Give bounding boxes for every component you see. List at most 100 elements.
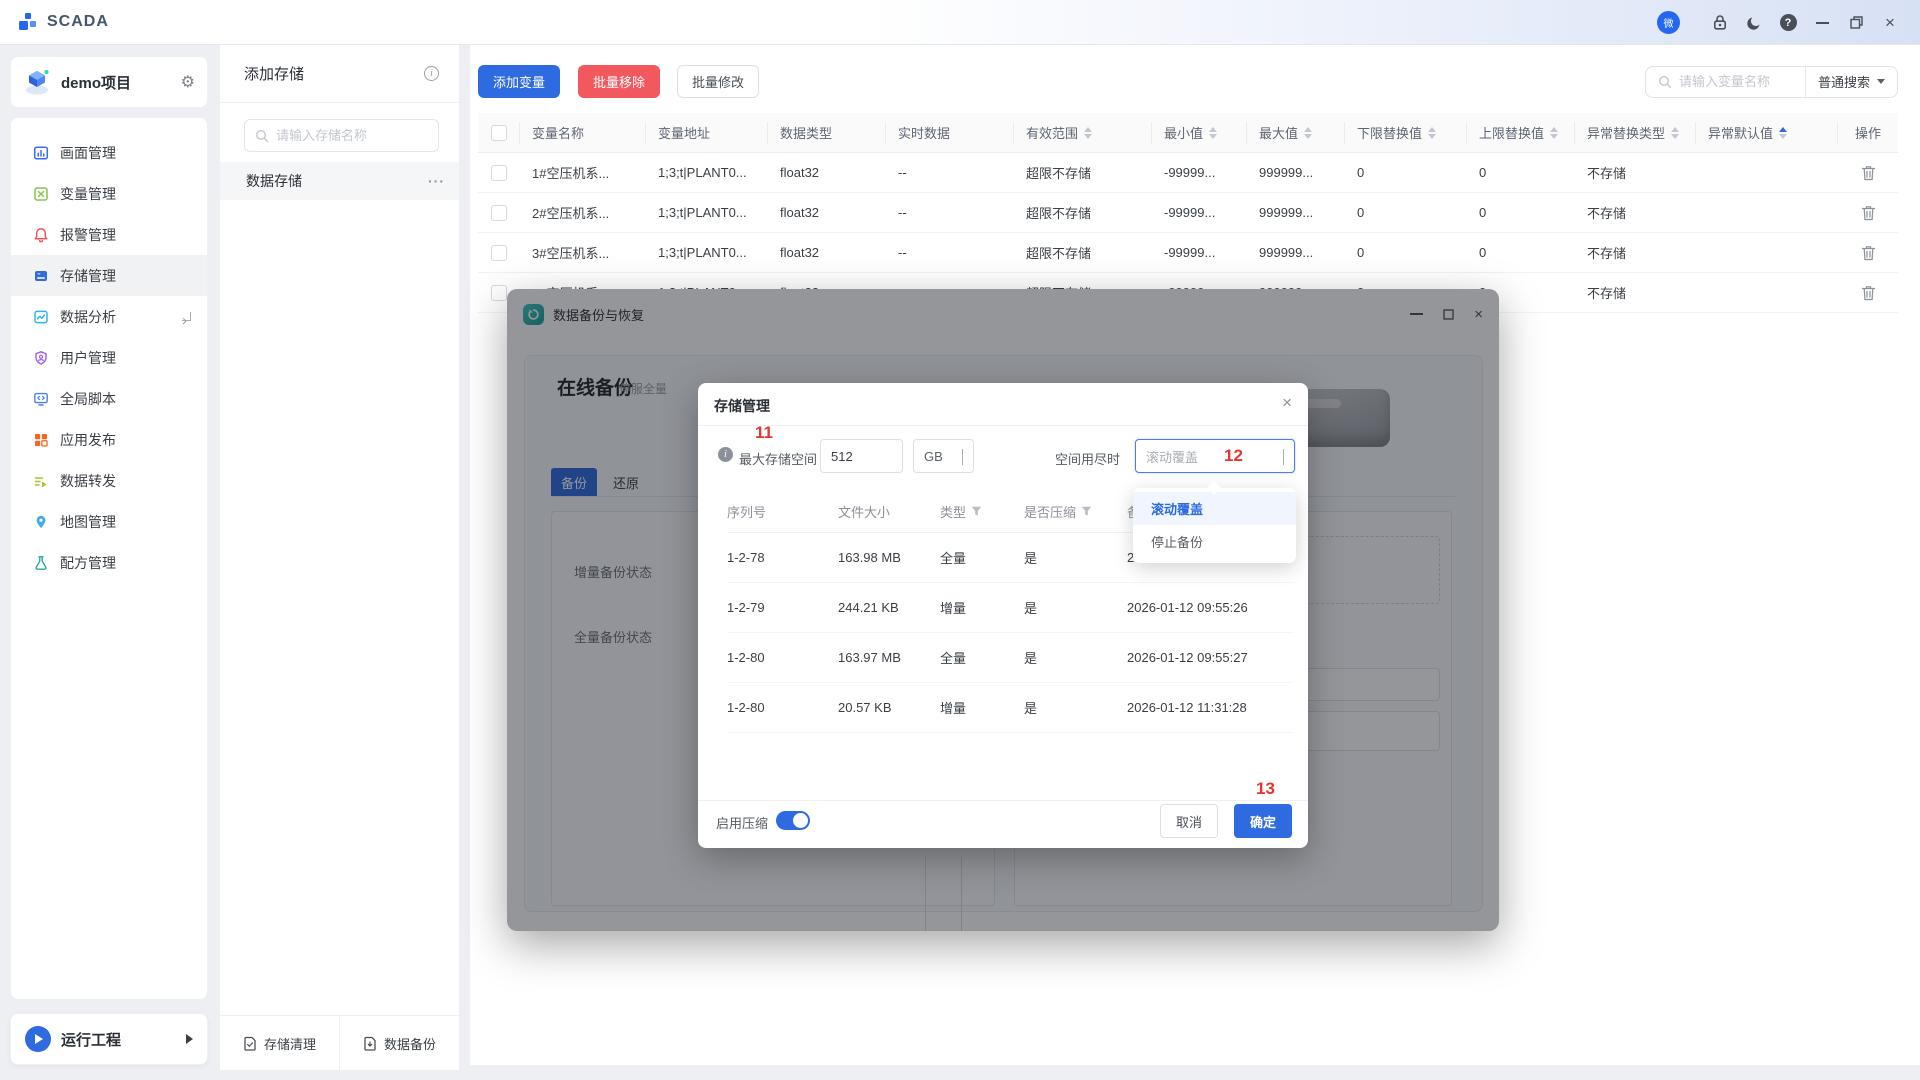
sidebar-item-storage[interactable]: 存储管理 bbox=[11, 255, 207, 296]
sidebar-item-publish[interactable]: 应用发布 bbox=[11, 419, 207, 460]
space-exhausted-label: 空间用尽时 bbox=[1055, 449, 1120, 468]
sidebar-item-forwarding[interactable]: 数据转发 bbox=[11, 460, 207, 501]
sort-icons[interactable] bbox=[1671, 123, 1679, 143]
close-icon[interactable]: × bbox=[1880, 13, 1900, 33]
col-valid-range[interactable]: 有效范围 bbox=[1014, 113, 1152, 152]
table-row: 1#空压机系... 1;3;t|PLANT0... float32 -- 超限不… bbox=[478, 153, 1898, 193]
col-min[interactable]: 最小值 bbox=[1152, 113, 1247, 152]
run-project-button[interactable]: 运行工程 bbox=[10, 1013, 208, 1065]
select-all-checkbox[interactable] bbox=[491, 125, 507, 141]
row-checkbox[interactable] bbox=[491, 285, 507, 301]
sidebar-item-maps[interactable]: 地图管理 bbox=[11, 501, 207, 542]
info-icon[interactable]: i bbox=[424, 66, 439, 81]
row-checkbox[interactable] bbox=[491, 165, 507, 181]
batch-edit-button[interactable]: 批量修改 bbox=[677, 65, 759, 98]
option-stop-backup[interactable]: 停止备份 bbox=[1133, 525, 1296, 558]
close-icon[interactable]: × bbox=[1282, 393, 1292, 413]
sort-icons[interactable] bbox=[1304, 123, 1312, 143]
col-compressed[interactable]: 是否压缩 bbox=[1024, 502, 1127, 521]
app-name: SCADA bbox=[47, 13, 109, 31]
sidebar-item-label: 全局脚本 bbox=[60, 389, 116, 409]
data-backup-button[interactable]: 数据备份 bbox=[339, 1016, 459, 1070]
option-rolling-overwrite[interactable]: 滚动覆盖 bbox=[1133, 492, 1296, 525]
cell-type: 全量 bbox=[940, 548, 1024, 567]
scada-logo-icon bbox=[18, 12, 40, 32]
col-type[interactable]: 类型 bbox=[940, 502, 1024, 521]
storage-panel-header: 添加存储 i bbox=[220, 45, 459, 103]
cell-backup-time: 2026-01-12 09:55:27 bbox=[1127, 650, 1287, 665]
exhaust-value: 滚动覆盖 bbox=[1146, 447, 1198, 466]
cell-backup-time: 2026-01-12 11:31:28 bbox=[1127, 700, 1287, 715]
sidebar-item-scripts[interactable]: 全局脚本 bbox=[11, 378, 207, 419]
col-lower-replace[interactable]: 下限替换值 bbox=[1345, 113, 1467, 152]
cell-type: 全量 bbox=[940, 648, 1024, 667]
gear-icon[interactable]: ⚙ bbox=[181, 72, 195, 92]
user-shield-icon bbox=[33, 350, 49, 366]
cancel-button[interactable]: 取消 bbox=[1160, 804, 1218, 838]
maximize-restore-icon[interactable] bbox=[1846, 13, 1866, 33]
unit-select[interactable]: GB bbox=[913, 439, 974, 473]
sidebar-item-alarms[interactable]: 报警管理 bbox=[11, 214, 207, 255]
minimize-icon[interactable] bbox=[1812, 13, 1832, 33]
sidebar-item-screens[interactable]: 画面管理 bbox=[11, 132, 207, 173]
col-max[interactable]: 最大值 bbox=[1247, 113, 1345, 152]
lock-icon[interactable] bbox=[1710, 13, 1730, 33]
delete-icon[interactable] bbox=[1861, 285, 1876, 301]
storage-list-item[interactable]: 数据存储 ··· bbox=[220, 162, 459, 200]
cell-serial: 1-2-80 bbox=[727, 700, 838, 715]
info-icon[interactable]: i bbox=[718, 447, 733, 462]
cell-address: 1;3;t|PLANT0... bbox=[646, 193, 768, 232]
cell-serial: 1-2-79 bbox=[727, 600, 838, 615]
help-icon[interactable]: ? bbox=[1778, 13, 1798, 33]
cell-type: 增量 bbox=[940, 698, 1024, 717]
row-checkbox[interactable] bbox=[491, 205, 507, 221]
cell-valid-range: 超限不存储 bbox=[1014, 233, 1152, 272]
compress-label: 启用压缩 bbox=[716, 813, 768, 832]
modal-title: 存储管理 bbox=[714, 396, 770, 416]
compress-toggle[interactable] bbox=[776, 811, 810, 830]
chevron-up-icon bbox=[1283, 449, 1284, 465]
sidebar-item-label: 数据转发 bbox=[60, 471, 116, 491]
dark-mode-moon-icon[interactable] bbox=[1744, 13, 1764, 33]
batch-remove-button[interactable]: 批量移除 bbox=[578, 65, 660, 98]
divider bbox=[698, 425, 1308, 426]
cell-min: -99999... bbox=[1152, 153, 1247, 192]
sort-icons[interactable] bbox=[1209, 123, 1217, 143]
chevron-down-icon bbox=[962, 449, 963, 465]
col-upper-replace[interactable]: 上限替换值 bbox=[1467, 113, 1575, 152]
sidebar-item-variables[interactable]: 变量管理 bbox=[11, 173, 207, 214]
wechat-badge-icon[interactable]: 微 bbox=[1657, 11, 1680, 34]
delete-icon[interactable] bbox=[1861, 205, 1876, 221]
sidebar-item-analysis[interactable]: 数据分析 › bbox=[11, 296, 207, 337]
add-variable-button[interactable]: 添加变量 bbox=[478, 65, 560, 98]
sort-icons-active[interactable] bbox=[1779, 123, 1787, 143]
confirm-button[interactable]: 确定 bbox=[1234, 804, 1292, 838]
project-card: demo项目 ⚙ bbox=[10, 56, 208, 108]
col-abnormal-default[interactable]: 异常默认值 bbox=[1696, 113, 1838, 152]
storage-search-input[interactable] bbox=[276, 128, 406, 143]
run-project-label: 运行工程 bbox=[61, 1029, 186, 1050]
col-abnormal-type[interactable]: 异常替换类型 bbox=[1575, 113, 1696, 152]
sort-icons[interactable] bbox=[1084, 123, 1092, 143]
variable-search-combo: 普通搜索 bbox=[1645, 66, 1898, 98]
more-options-icon[interactable]: ··· bbox=[428, 173, 445, 189]
delete-icon[interactable] bbox=[1861, 245, 1876, 261]
storage-clean-button[interactable]: 存储清理 bbox=[220, 1016, 339, 1070]
storage-panel-title: 添加存储 bbox=[244, 63, 424, 84]
cell-compressed: 是 bbox=[1024, 598, 1127, 617]
storage-search-box bbox=[244, 119, 439, 152]
delete-icon[interactable] bbox=[1861, 165, 1876, 181]
col-realtime: 实时数据 bbox=[886, 113, 1014, 152]
row-checkbox[interactable] bbox=[491, 245, 507, 261]
data-backup-icon bbox=[363, 1036, 377, 1051]
search-mode-select[interactable]: 普通搜索 bbox=[1805, 67, 1897, 97]
sort-icons[interactable] bbox=[1428, 123, 1436, 143]
sort-icons[interactable] bbox=[1550, 123, 1558, 143]
cell-compressed: 是 bbox=[1024, 548, 1127, 567]
sidebar-item-users[interactable]: 用户管理 bbox=[11, 337, 207, 378]
variable-search-input[interactable] bbox=[1679, 74, 1797, 89]
max-space-input[interactable] bbox=[820, 439, 903, 473]
exhaust-select[interactable]: 滚动覆盖 bbox=[1135, 439, 1295, 473]
sidebar-item-recipes[interactable]: 配方管理 bbox=[11, 542, 207, 583]
cell-abnormal-type: 不存储 bbox=[1575, 153, 1696, 192]
